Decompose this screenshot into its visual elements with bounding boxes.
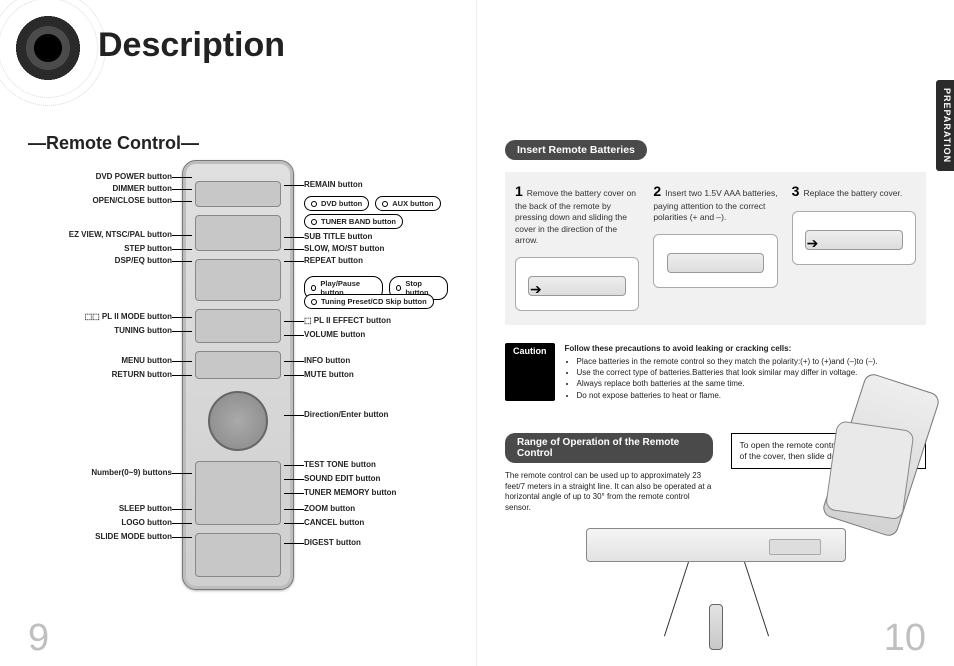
caution-item: Place batteries in the remote control so… <box>577 356 878 367</box>
label-open-close: OPEN/CLOSE button <box>92 196 172 205</box>
range-heading: Range of Operation of the Remote Control <box>505 433 713 463</box>
label-tuner-mem: TUNER MEMORY button <box>304 488 396 497</box>
label-slide-mode: SLIDE MODE button <box>95 532 172 541</box>
caution-item: Always replace both batteries at the sam… <box>577 378 878 389</box>
label-remain: REMAIN button <box>304 180 363 189</box>
callout-tuning-preset: Tuning Preset/CD Skip button <box>304 294 434 309</box>
page-title: Description <box>98 26 448 65</box>
remote-heading: —Remote Control— <box>28 133 448 154</box>
label-test-tone: TEST TONE button <box>304 460 376 469</box>
page-number-right: 10 <box>884 617 926 660</box>
range-text: The remote control can be used up to app… <box>505 471 713 514</box>
callout-dvd-aux: DVD button AUX button <box>304 196 441 211</box>
label-subtitle: SUB TITLE button <box>304 232 372 241</box>
remote-body <box>182 160 294 590</box>
label-digest: DIGEST button <box>304 538 361 547</box>
label-info: INFO button <box>304 356 350 365</box>
battery-step-3: 3Replace the battery cover. ➔ <box>792 182 916 311</box>
label-plii-mode: ⬚⬚ PL II MODE button <box>85 312 172 321</box>
label-sound-edit: SOUND EDIT button <box>304 474 380 483</box>
caution-item: Use the correct type of batteries.Batter… <box>577 367 878 378</box>
remote-diagram: DVD POWER button DIMMER button OPEN/CLOS… <box>28 160 448 630</box>
caution-lead: Follow these precautions to avoid leakin… <box>565 343 878 354</box>
label-direction: Direction/Enter button <box>304 410 388 419</box>
speaker-graphic <box>4 4 92 92</box>
label-ezview: EZ VIEW, NTSC/PAL button <box>69 230 172 239</box>
insert-batteries-heading: Insert Remote Batteries <box>505 140 647 160</box>
label-return: RETURN button <box>112 370 172 379</box>
label-dimmer: DIMMER button <box>112 184 172 193</box>
label-dsp-eq: DSP/EQ button <box>115 256 172 265</box>
battery-step-2: 2Insert two 1.5V AAA batteries, paying a… <box>653 182 777 311</box>
battery-steps: 1Remove the battery cover on the back of… <box>505 172 926 325</box>
label-slow-most: SLOW, MO/ST button <box>304 244 384 253</box>
battery-step-3-illustration: ➔ <box>792 211 916 265</box>
label-menu: MENU button <box>121 356 172 365</box>
battery-step-1-illustration: ➔ <box>515 257 639 311</box>
label-sleep: SLEEP button <box>119 504 172 513</box>
label-mute: MUTE button <box>304 370 354 379</box>
battery-step-2-illustration <box>653 234 777 288</box>
section-tab: PREPARATION <box>936 80 954 171</box>
label-volume: VOLUME button <box>304 330 365 339</box>
callout-tuner-band: TUNER BAND button <box>304 214 403 229</box>
caution-item: Do not expose batteries to heat or flame… <box>577 390 878 401</box>
label-tuning: TUNING button <box>114 326 172 335</box>
label-plii-effect: ⬚ PL II EFFECT button <box>304 316 391 325</box>
page-number-left: 9 <box>28 617 49 660</box>
caution-chip: Caution <box>505 343 555 401</box>
label-dvd-power: DVD POWER button <box>96 172 172 181</box>
label-numbers: Number(0~9) buttons <box>91 468 172 477</box>
label-zoom: ZOOM button <box>304 504 355 513</box>
label-logo: LOGO button <box>121 518 172 527</box>
label-repeat: REPEAT button <box>304 256 363 265</box>
label-cancel: CANCEL button <box>304 518 364 527</box>
battery-step-1: 1Remove the battery cover on the back of… <box>515 182 639 311</box>
label-step: STEP button <box>124 244 172 253</box>
player-range-illustration <box>586 528 846 648</box>
